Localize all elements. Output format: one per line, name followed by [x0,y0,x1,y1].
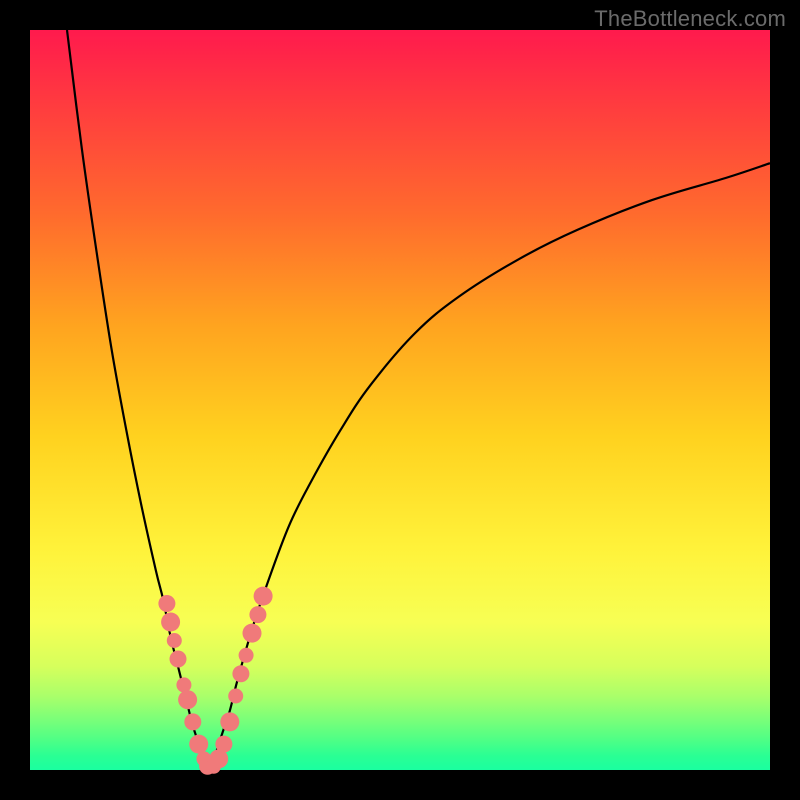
scatter-dot [167,633,182,648]
outer-frame: TheBottleneck.com [0,0,800,800]
v-curve-right [208,163,770,770]
scatter-dots [158,587,272,775]
scatter-dot [228,689,243,704]
scatter-dot [220,712,239,731]
scatter-dot [215,736,232,753]
scatter-dot [176,677,191,692]
scatter-dot [170,651,187,668]
scatter-dot [232,665,249,682]
scatter-dot [161,613,180,632]
watermark-text: TheBottleneck.com [594,6,786,32]
scatter-dot [184,713,201,730]
scatter-dot [249,606,266,623]
scatter-dot [239,648,254,663]
scatter-dot [243,624,262,643]
curve-layer [30,30,770,770]
v-curve-left [67,30,208,770]
scatter-dot [254,587,273,606]
scatter-dot [189,735,208,754]
scatter-dot [158,595,175,612]
plot-area [30,30,770,770]
scatter-dot [178,690,197,709]
